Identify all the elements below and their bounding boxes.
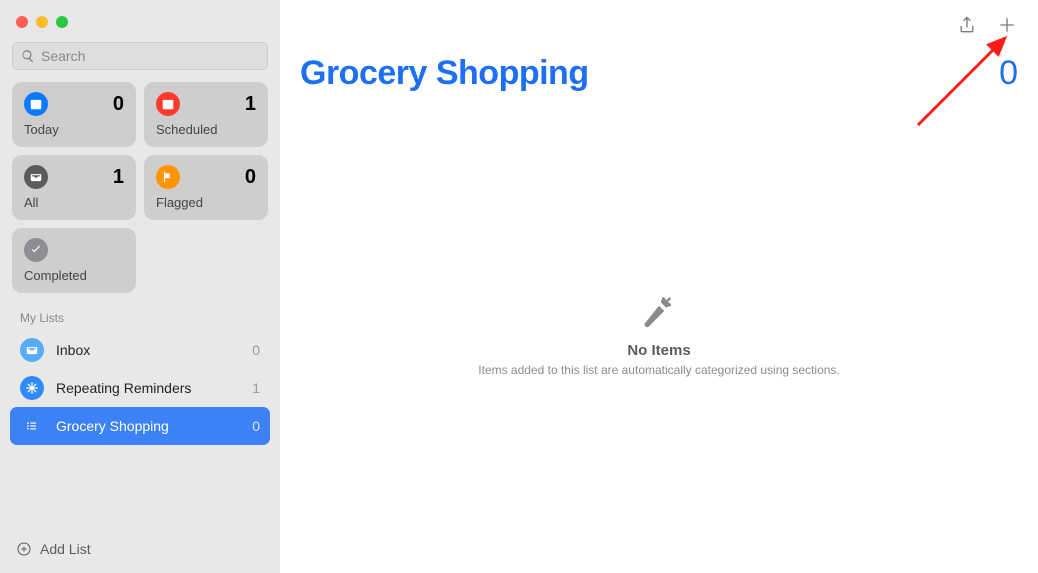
add-list-button[interactable]: Add List [10, 533, 97, 565]
calendar-today-icon [24, 92, 48, 116]
title-row: Grocery Shopping 0 [280, 36, 1038, 93]
smart-completed[interactable]: Completed [12, 228, 136, 293]
add-list-label: Add List [40, 541, 91, 557]
smart-all-count: 1 [113, 166, 124, 189]
plus-circle-icon [16, 541, 32, 557]
smart-flagged-label: Flagged [156, 195, 256, 210]
smart-today-label: Today [24, 122, 124, 137]
smart-scheduled[interactable]: 1 Scheduled [144, 82, 268, 147]
list-title: Grocery Shopping [300, 54, 589, 93]
share-button[interactable] [956, 14, 978, 36]
smart-today-count: 0 [113, 93, 124, 116]
calendar-scheduled-icon [156, 92, 180, 116]
tray-icon [24, 165, 48, 189]
share-icon [957, 15, 977, 35]
flag-icon [156, 165, 180, 189]
smart-lists: 0 Today 1 Scheduled 1 All [10, 82, 270, 293]
window-controls [10, 10, 270, 42]
list-bullet-icon [20, 414, 44, 438]
list-item-count: 1 [252, 380, 260, 396]
smart-completed-label: Completed [24, 268, 124, 283]
smart-today[interactable]: 0 Today [12, 82, 136, 147]
empty-state: No Items Items added to this list are au… [280, 93, 1038, 573]
main-pane: Grocery Shopping 0 No Items Items added … [280, 0, 1038, 573]
search-icon [21, 49, 35, 63]
list-item-label: Grocery Shopping [56, 418, 252, 434]
smart-flagged[interactable]: 0 Flagged [144, 155, 268, 220]
sidebar: 0 Today 1 Scheduled 1 All [0, 0, 280, 573]
empty-heading: No Items [627, 342, 690, 359]
checkmark-icon [24, 238, 48, 262]
list-item-inbox[interactable]: Inbox 0 [10, 331, 270, 369]
search-field[interactable] [12, 42, 268, 70]
add-reminder-button[interactable] [996, 14, 1018, 36]
smart-flagged-count: 0 [245, 166, 256, 189]
smart-all[interactable]: 1 All [12, 155, 136, 220]
empty-subtext: Items added to this list are automatical… [478, 363, 840, 377]
list-item-count: 0 [252, 418, 260, 434]
smart-all-label: All [24, 195, 124, 210]
list-item-label: Inbox [56, 342, 252, 358]
plus-icon [997, 15, 1017, 35]
list-item-repeating[interactable]: Repeating Reminders 1 [10, 369, 270, 407]
toolbar [280, 0, 1038, 36]
smart-scheduled-label: Scheduled [156, 122, 256, 137]
search-input[interactable] [41, 48, 259, 64]
close-window-button[interactable] [16, 16, 28, 28]
smart-scheduled-count: 1 [245, 93, 256, 116]
list-item-grocery[interactable]: Grocery Shopping 0 [10, 407, 270, 445]
zoom-window-button[interactable] [56, 16, 68, 28]
minimize-window-button[interactable] [36, 16, 48, 28]
tray-icon [20, 338, 44, 362]
my-lists-header: My Lists [10, 293, 270, 331]
carrot-icon [638, 290, 680, 332]
snowflake-icon [20, 376, 44, 400]
list-total-count: 0 [999, 54, 1018, 93]
list-item-label: Repeating Reminders [56, 380, 252, 396]
list-item-count: 0 [252, 342, 260, 358]
